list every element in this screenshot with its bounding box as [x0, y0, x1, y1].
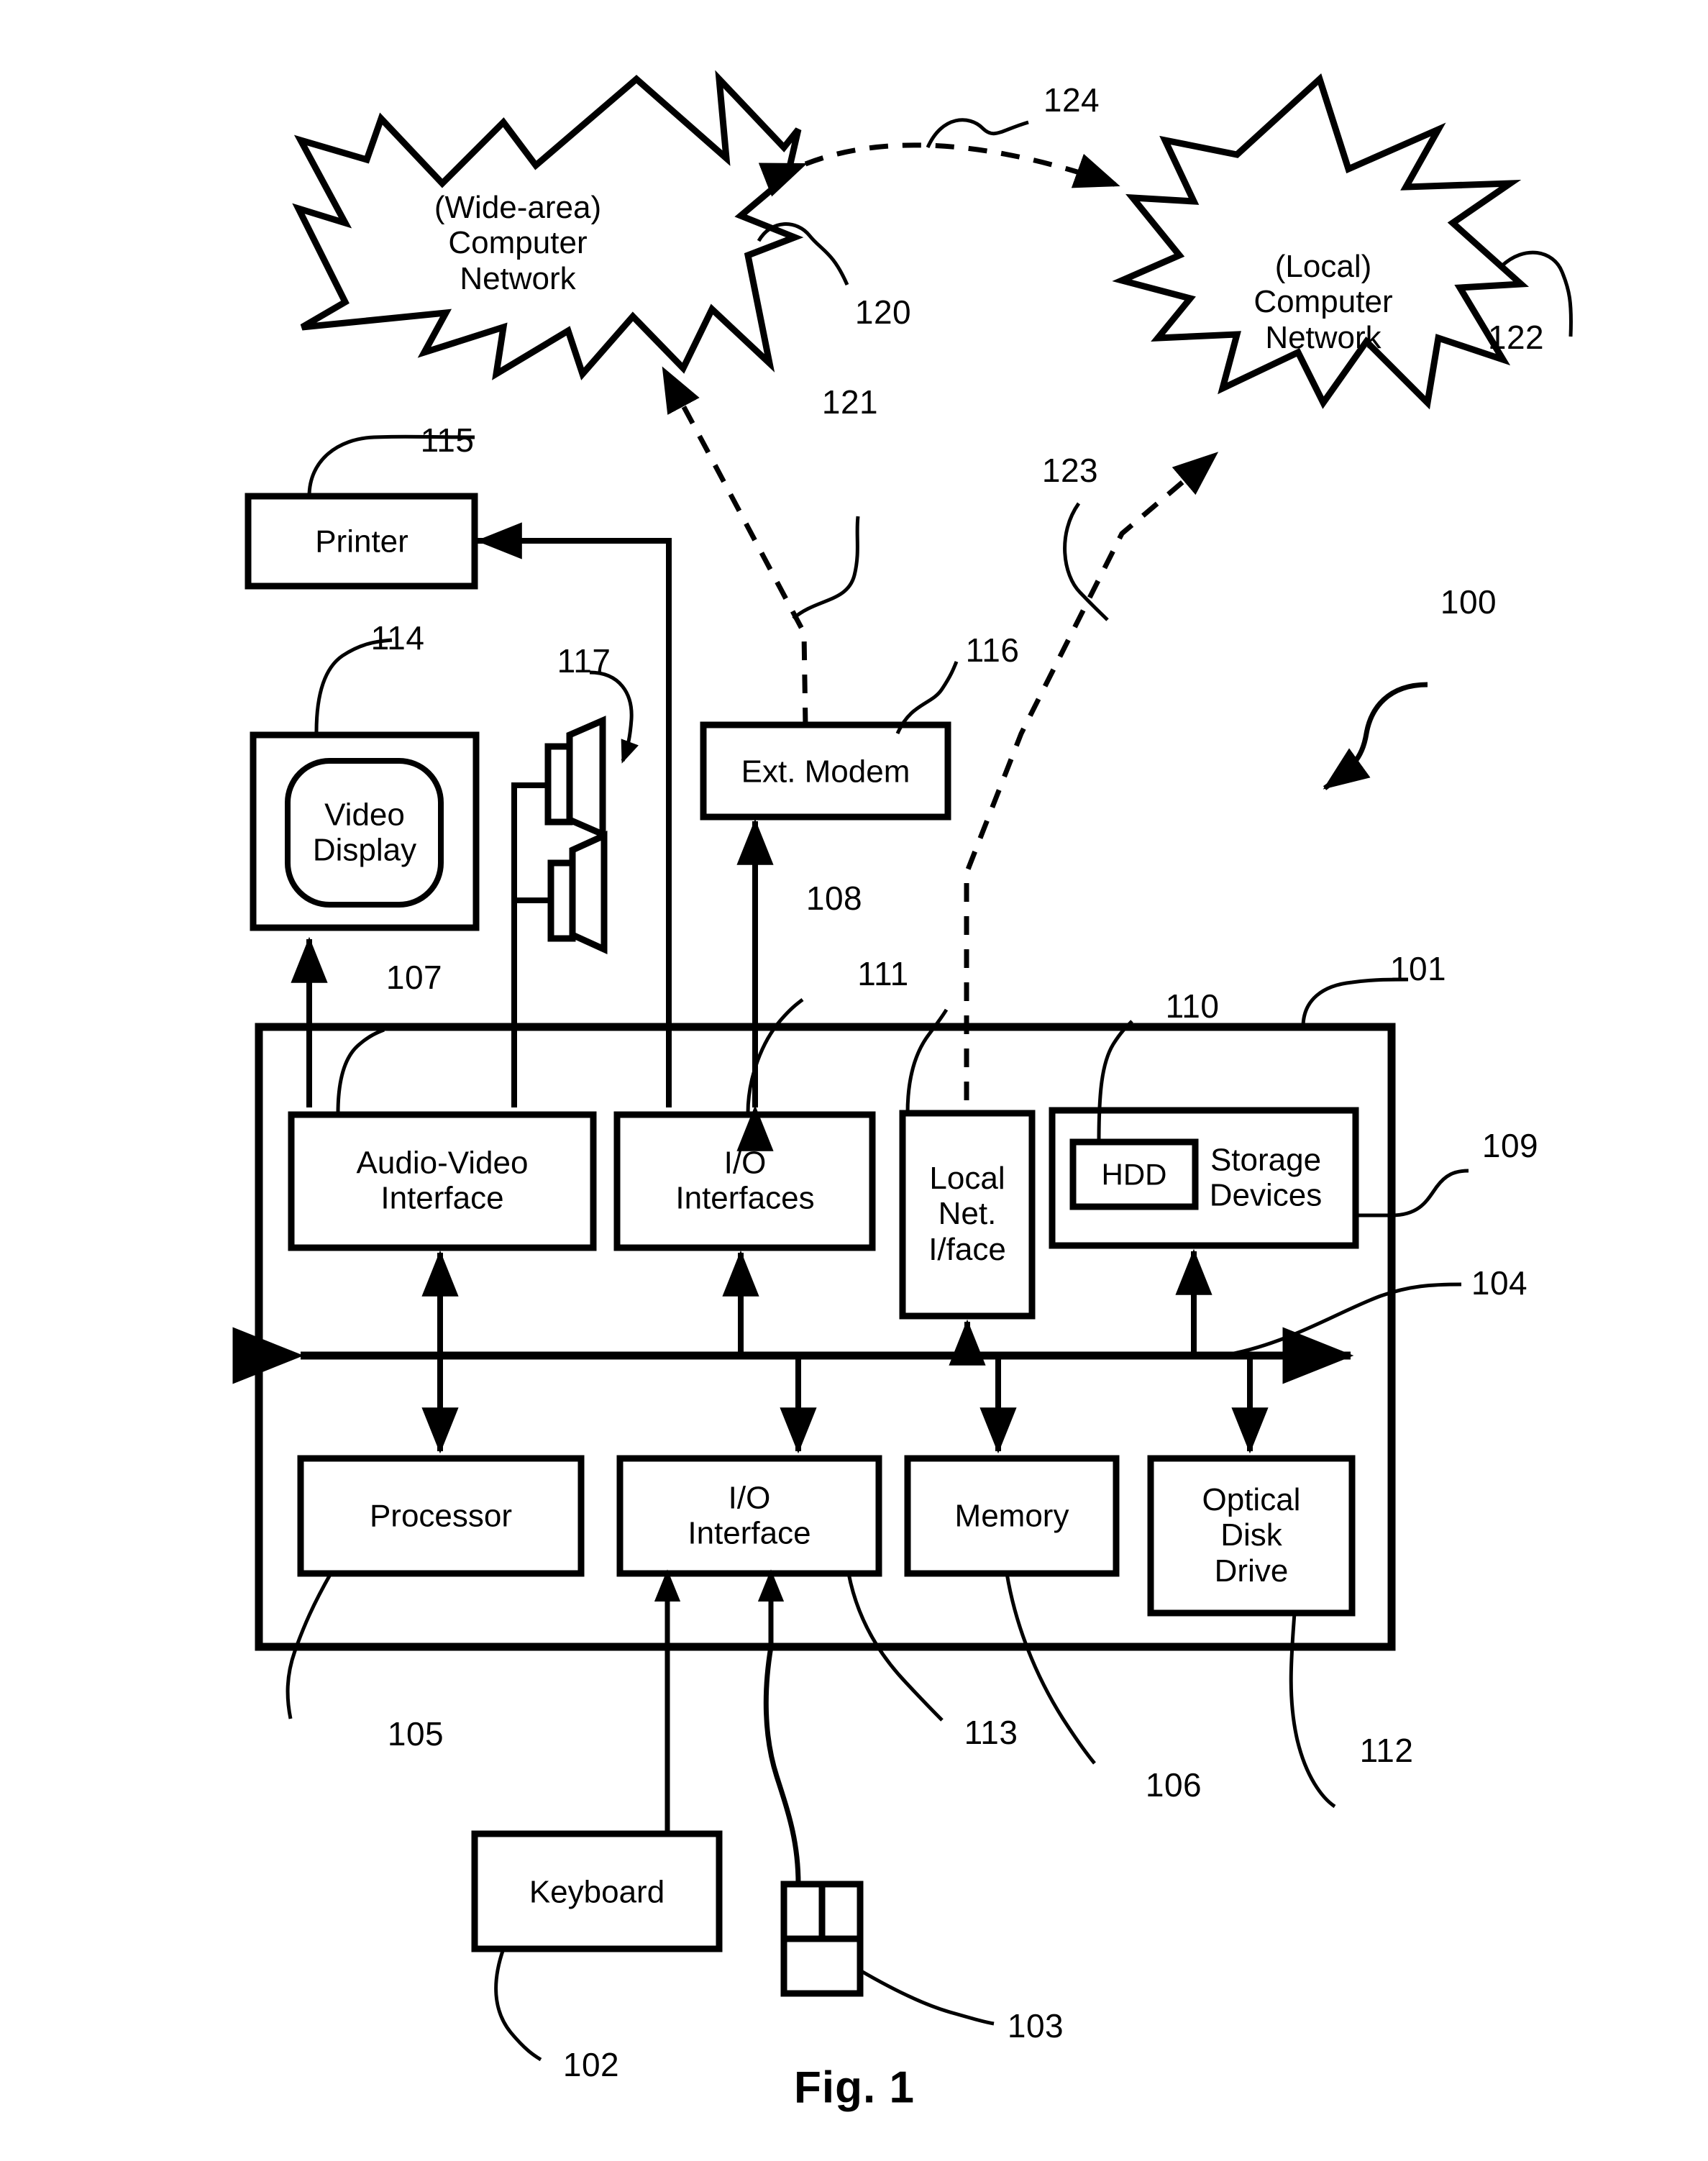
ext-modem-label: Ext. Modem — [741, 754, 910, 790]
ref-102: 102 — [562, 2046, 620, 2084]
ref-122: 122 — [1487, 319, 1545, 357]
ref-103: 103 — [1007, 2007, 1064, 2045]
mouse-shape — [780, 1881, 864, 1997]
optical-disk-drive-label: Optical Disk Drive — [1202, 1482, 1301, 1589]
local-net-iface-label: Local Net. I/face — [928, 1161, 1006, 1267]
ref-111: 111 — [857, 955, 909, 993]
ref-100: 100 — [1440, 583, 1497, 621]
storage-devices-label: Storage Devices — [1209, 1142, 1323, 1213]
connection-wan-lan-124 — [758, 142, 1120, 197]
patent-figure: (Wide-area) Computer Network (Local) Com… — [0, 0, 1708, 2161]
connection-modem-wan-121 — [660, 366, 808, 727]
ref-105: 105 — [387, 1715, 444, 1753]
ref-104: 104 — [1471, 1264, 1528, 1302]
io-interface-label: I/O Interface — [688, 1480, 811, 1551]
loudspeakers-shape — [511, 716, 608, 1107]
ref-121: 121 — [821, 383, 879, 421]
ref-113: 113 — [964, 1714, 1018, 1752]
ref-109: 109 — [1481, 1127, 1539, 1165]
memory-label: Memory — [954, 1498, 1069, 1534]
keyboard-label: Keyboard — [529, 1874, 665, 1910]
ref-108: 108 — [805, 880, 863, 918]
io-interfaces-label: I/O Interfaces — [675, 1145, 815, 1216]
video-display-label: Video Display — [312, 797, 417, 868]
ref-120: 120 — [854, 293, 912, 332]
audio-video-interface-label: Audio-Video Interface — [356, 1145, 529, 1216]
ref-123: 123 — [1041, 452, 1099, 490]
processor-label: Processor — [369, 1498, 513, 1534]
wide-area-network-label: (Wide-area) Computer Network — [434, 190, 602, 296]
ref-110: 110 — [1165, 987, 1220, 1025]
figure-caption: Fig. 1 — [794, 2062, 915, 2113]
ref-112: 112 — [1359, 1732, 1414, 1770]
ref-106: 106 — [1145, 1766, 1202, 1804]
local-network-label: (Local) Computer Network — [1253, 249, 1393, 355]
ref-107: 107 — [385, 959, 443, 997]
ref-115: 115 — [420, 421, 475, 460]
hdd-label: HDD — [1101, 1157, 1167, 1192]
ref-114: 114 — [370, 619, 425, 657]
printer-label: Printer — [315, 524, 408, 559]
ref-101: 101 — [1389, 950, 1447, 988]
ref-117: 117 — [557, 642, 611, 680]
ref-124: 124 — [1043, 81, 1100, 119]
ref-116: 116 — [965, 631, 1020, 670]
